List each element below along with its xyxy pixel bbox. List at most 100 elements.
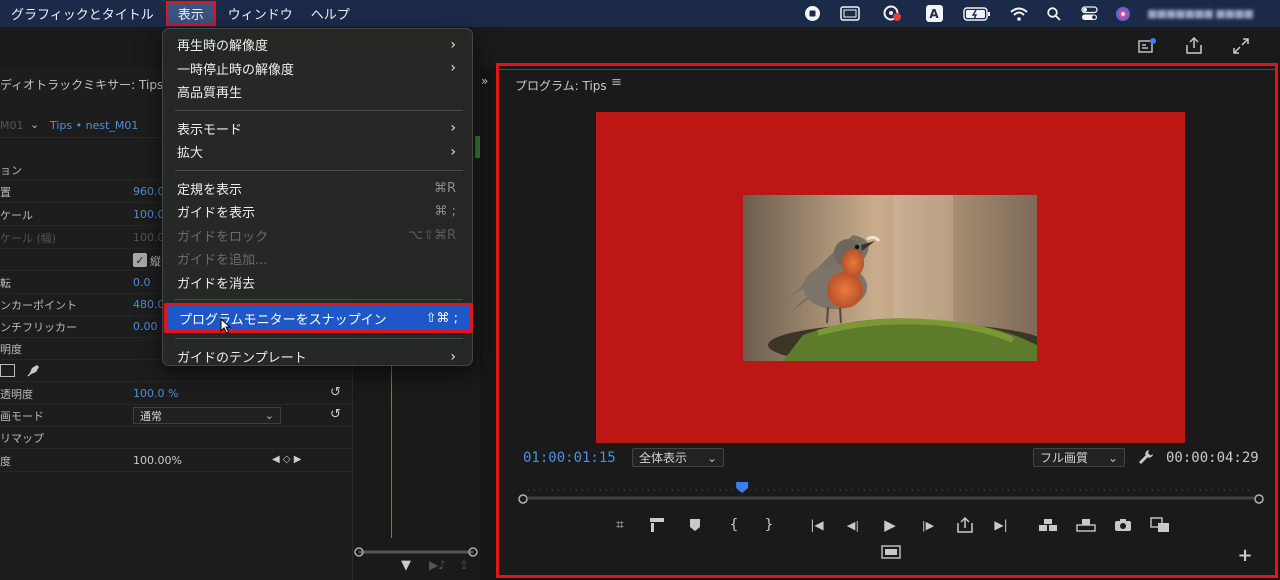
pen-mask-icon[interactable] (26, 362, 42, 381)
wrench-icon[interactable] (1137, 448, 1155, 470)
menu-item-label: ガイドを消去 (177, 276, 256, 292)
section-time-remap: リマップ (0, 431, 44, 445)
param-position-value[interactable]: 960.0 (133, 185, 165, 198)
wifi-icon[interactable] (1008, 0, 1030, 27)
menu-separator (175, 299, 463, 300)
menu-item-0-0[interactable]: 再生時の解像度 › (168, 33, 468, 56)
menu-item-label: プログラムモニターをスナップイン (179, 312, 387, 328)
safe-margins-icon[interactable] (648, 516, 666, 534)
param-anchor-value[interactable]: 480.0 (133, 298, 165, 311)
insert-icon[interactable] (1037, 516, 1059, 534)
go-to-in-icon[interactable]: |◀ (807, 516, 827, 534)
menu-item-label: ガイドのテンプレート (177, 351, 307, 366)
menu-item-shortcut: ⌥⇧⌘R (408, 227, 456, 243)
chevron-down-icon[interactable]: ⌄ (30, 118, 39, 131)
button-editor-add-icon[interactable]: + (1236, 545, 1254, 566)
chevron-right-icon: › (450, 120, 456, 136)
menu-item-label: 定規を表示 (177, 182, 243, 198)
menu-item-0-1[interactable]: 一時停止時の解像度 › (168, 57, 468, 80)
param-opacity-value[interactable]: 100.0 % (133, 387, 178, 400)
menu-item-2-0[interactable]: 定規を表示 ⌘R (168, 177, 468, 200)
notification-icon[interactable] (1137, 37, 1157, 55)
menu-item-3-0[interactable]: プログラムモニターをスナップイン ⇧⌘ ; (164, 303, 473, 333)
search-icon[interactable] (1044, 0, 1064, 27)
param-speed-label: 度 (0, 454, 11, 468)
comparison-view-icon[interactable] (1149, 516, 1171, 534)
menu-item-label: 拡大 (177, 146, 204, 161)
section-opacity: 明度 (0, 342, 22, 356)
input-mode-icon[interactable]: A (924, 0, 944, 27)
filter-icon[interactable]: ▼ (401, 558, 411, 573)
menu-item-shortcut: ⌘ ; (434, 204, 456, 219)
playhead-line (391, 366, 392, 538)
menu-item-2-4[interactable]: ガイドを消去 (168, 271, 468, 294)
battery-icon[interactable] (962, 0, 992, 27)
camera-icon[interactable] (1113, 516, 1133, 534)
step-back-icon[interactable]: ◀| (844, 516, 862, 534)
fullscreen-icon[interactable] (1232, 37, 1252, 55)
menu-item-label: 再生時の解像度 (177, 39, 269, 54)
overwrite-icon[interactable] (1075, 516, 1097, 534)
blend-mode-select[interactable]: 通常 ⌄ (133, 407, 281, 424)
menu-bar: グラフィックとタイトル 表示 ウィンドウ ヘルプ A ■■■■■■■ ■■■■ (0, 0, 1280, 27)
reset-icon[interactable]: ↺ (330, 385, 341, 400)
menu-item-1-0[interactable]: 表示モード › (168, 117, 468, 140)
menu-view[interactable]: 表示 (165, 1, 216, 26)
chevron-right-icon: › (450, 348, 456, 365)
mark-out-icon[interactable]: } (760, 516, 778, 534)
step-forward-icon[interactable]: |▶ (919, 516, 937, 534)
current-timecode[interactable]: 01:00:01:15 (523, 450, 616, 466)
creative-cloud-icon[interactable] (880, 0, 904, 27)
menu-item-label: ガイドをロック (177, 229, 269, 245)
chevron-right-icon: › (450, 36, 456, 53)
menu-graphics-titles[interactable]: グラフィックとタイトル (2, 0, 163, 27)
menu-item-1-1[interactable]: 拡大 › (168, 140, 468, 163)
expand-panels-icon: » (481, 74, 489, 88)
go-to-out-icon[interactable]: ▶| (991, 516, 1011, 534)
share-icon[interactable] (1184, 36, 1204, 55)
param-opacity-label: 透明度 (0, 387, 33, 401)
program-monitor-title: プログラム: Tips (515, 79, 607, 93)
param-scale-width-label: ケール (幅) (0, 231, 57, 245)
duration-timecode: 00:00:04:29 (1166, 450, 1259, 466)
menu-help[interactable]: ヘルプ (302, 0, 359, 27)
sequence-tab[interactable]: Tips • nest_M01 (50, 119, 138, 132)
playhead-marker (736, 482, 749, 493)
timeline-scrollbar[interactable] (353, 542, 479, 557)
param-antiflicker-value[interactable]: 0.00 (133, 320, 158, 333)
param-anchor-label: ンカーポイント (0, 298, 77, 312)
add-marker-icon[interactable] (686, 516, 704, 534)
time-ruler[interactable] (518, 480, 1264, 506)
panel-divider[interactable]: » (480, 66, 496, 580)
control-center-icon[interactable] (1078, 0, 1100, 27)
menu-window[interactable]: ウィンドウ (219, 0, 302, 27)
param-speed-value[interactable]: 100.00% (133, 454, 182, 467)
chevron-right-icon: › (450, 143, 456, 160)
playback-resolution-select[interactable]: フル画質 ⌄ (1033, 448, 1125, 467)
menu-item-2-1[interactable]: ガイドを表示 ⌘ ; (168, 200, 468, 223)
vr-video-icon[interactable] (880, 543, 902, 561)
panel-title: ディオトラックミキサー: Tips (0, 78, 164, 92)
menu-item-0-2[interactable]: 高品質再生 (168, 80, 468, 103)
param-rotation-value[interactable]: 0.0 (133, 276, 151, 289)
lift-icon[interactable] (955, 516, 975, 534)
menu-item-2-3: ガイドを追加... (168, 247, 468, 270)
chevron-right-icon: › (450, 60, 456, 76)
rectangle-mask-icon[interactable] (0, 364, 15, 377)
play-icon[interactable]: ▶ (880, 515, 900, 535)
chevron-down-icon: ⌄ (264, 409, 274, 422)
param-scale-value[interactable]: 100.0 (133, 208, 165, 221)
menu-item-label: 一時停止時の解像度 (177, 62, 295, 78)
zoom-level-select[interactable]: 全体表示 ⌄ (632, 448, 724, 467)
menu-item-shortcut: ⇧⌘ ; (425, 310, 458, 326)
record-icon[interactable] (802, 0, 822, 27)
add-marker-grid-icon[interactable]: ⌗ (611, 516, 629, 534)
keyframe-nav-icon[interactable]: ◀ ◇ ▶ (272, 454, 301, 465)
panel-menu-icon[interactable]: ≡ (611, 75, 622, 90)
screen-icon[interactable] (838, 0, 862, 27)
uniform-scale-checkbox[interactable]: ✓ (133, 253, 147, 267)
mark-in-icon[interactable]: { (725, 516, 743, 534)
siri-icon[interactable] (1112, 0, 1134, 27)
reset-icon[interactable]: ↺ (330, 407, 341, 422)
menu-item-4-0[interactable]: ガイドのテンプレート › (168, 345, 468, 368)
